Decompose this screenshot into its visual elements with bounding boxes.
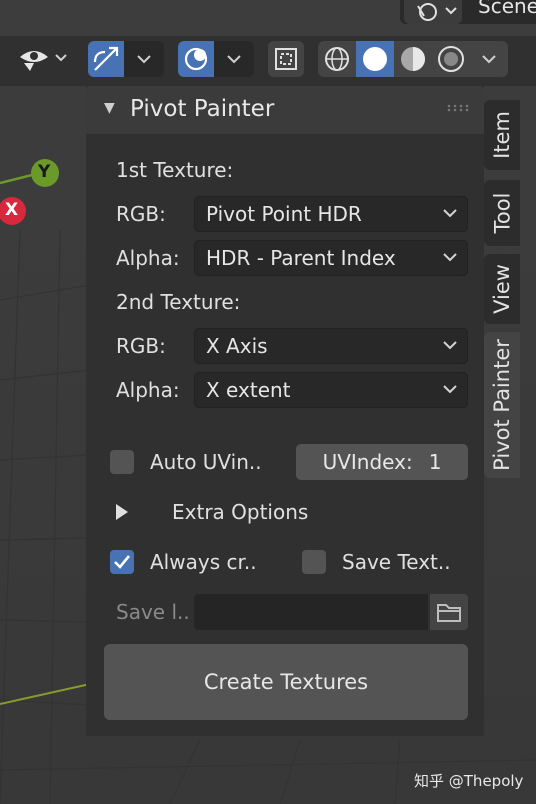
wireframe-shading-icon [325,47,349,71]
first-alpha-dropdown[interactable]: HDR - Parent Index [194,240,468,276]
tab-item-label: Item [490,111,514,159]
uv-index-value: 1 [428,450,442,474]
first-alpha-label: Alpha: [116,246,180,270]
checkmark-icon [114,555,131,569]
scene-name: Scene [478,0,536,18]
chevron-down-icon [443,253,457,262]
tab-tool-label: Tool [490,192,515,234]
extra-options-label[interactable]: Extra Options [172,500,308,524]
rendered-shading-icon [438,46,464,72]
chevron-down-icon [137,55,151,64]
overlay-toggle-group[interactable] [178,41,254,77]
chevron-down-icon [482,55,496,64]
tab-view[interactable]: View [484,254,520,324]
material-shading-icon [401,47,425,71]
viewport-header [0,36,536,86]
chevron-down-icon [227,55,241,64]
second-alpha-dropdown[interactable]: X extent [194,372,468,408]
auto-uv-label[interactable]: Auto UVin.. [150,450,262,474]
tab-pivot-painter-label: Pivot Painter [490,339,514,471]
first-rgb-dropdown[interactable]: Pivot Point HDR [194,196,468,232]
collapse-triangle-icon[interactable]: ▼ [104,100,115,116]
shading-mode-group[interactable] [318,41,508,77]
first-rgb-value: Pivot Point HDR [206,202,362,226]
xray-toggle-button[interactable] [268,41,304,77]
overlay-icon [184,47,208,71]
scene-selector-button[interactable] [404,0,462,24]
tab-view-label: View [490,264,514,314]
second-alpha-label: Alpha: [116,378,180,402]
panel-header[interactable]: ▼ Pivot Painter [86,86,484,134]
expand-triangle-icon[interactable] [114,502,130,522]
second-rgb-dropdown[interactable]: X Axis [194,328,468,364]
drag-grip-icon[interactable] [446,104,470,112]
wireframe-shading-button[interactable] [318,41,356,77]
uv-index-label: UVIndex: [322,450,413,474]
create-textures-label: Create Textures [203,670,369,694]
save-location-label: Save l.. [116,600,190,624]
shading-dropdown-button[interactable] [470,41,508,77]
gizmo-toggle-group[interactable] [88,41,164,77]
y-axis-label: Y [38,162,51,182]
browse-folder-button[interactable] [430,594,468,630]
visibility-dropdown[interactable] [14,41,74,77]
second-rgb-value: X Axis [206,334,268,358]
sidebar-tabs: Item Tool View Pivot Painter [484,86,520,486]
gizmo-icon [93,46,119,71]
chevron-down-icon [443,385,457,394]
save-location-input[interactable] [194,594,428,630]
second-texture-heading: 2nd Texture: [116,290,241,314]
chevron-down-icon [443,341,457,350]
pivot-painter-panel: ▼ Pivot Painter 1st Texture: RGB: Pivot … [86,86,484,736]
visibility-eye-icon [20,51,67,71]
solid-shading-icon [363,47,387,71]
always-create-checkbox[interactable] [110,550,134,574]
uv-index-field[interactable]: UVIndex: 1 [296,444,468,480]
gizmo-dropdown-button[interactable] [124,41,164,77]
panel-title: Pivot Painter [130,96,275,122]
save-textures-label[interactable]: Save Text.. [342,550,451,574]
watermark: 知乎 @Thepoly [414,772,524,790]
auto-uv-checkbox[interactable] [110,450,134,474]
scene-icon [417,3,457,21]
tab-item[interactable]: Item [484,100,520,170]
tab-tool[interactable]: Tool [484,180,520,246]
first-rgb-label: RGB: [116,202,166,226]
first-texture-heading: 1st Texture: [116,158,234,182]
material-shading-button[interactable] [394,41,432,77]
create-textures-button[interactable]: Create Textures [104,644,468,720]
overlay-toggle-button[interactable] [178,41,214,77]
overlay-dropdown-button[interactable] [214,41,254,77]
second-alpha-value: X extent [206,378,291,402]
gizmo-toggle-button[interactable] [88,41,124,77]
always-create-label[interactable]: Always cr.. [150,550,257,574]
x-axis-label: X [5,200,19,220]
second-rgb-label: RGB: [116,334,166,358]
save-textures-checkbox[interactable] [302,550,326,574]
xray-icon [275,48,297,70]
solid-shading-button[interactable] [356,41,394,77]
folder-icon [437,604,461,622]
first-alpha-value: HDR - Parent Index [206,246,396,270]
chevron-down-icon [443,209,457,218]
rendered-shading-button[interactable] [432,41,470,77]
tab-pivot-painter[interactable]: Pivot Painter [484,332,520,478]
